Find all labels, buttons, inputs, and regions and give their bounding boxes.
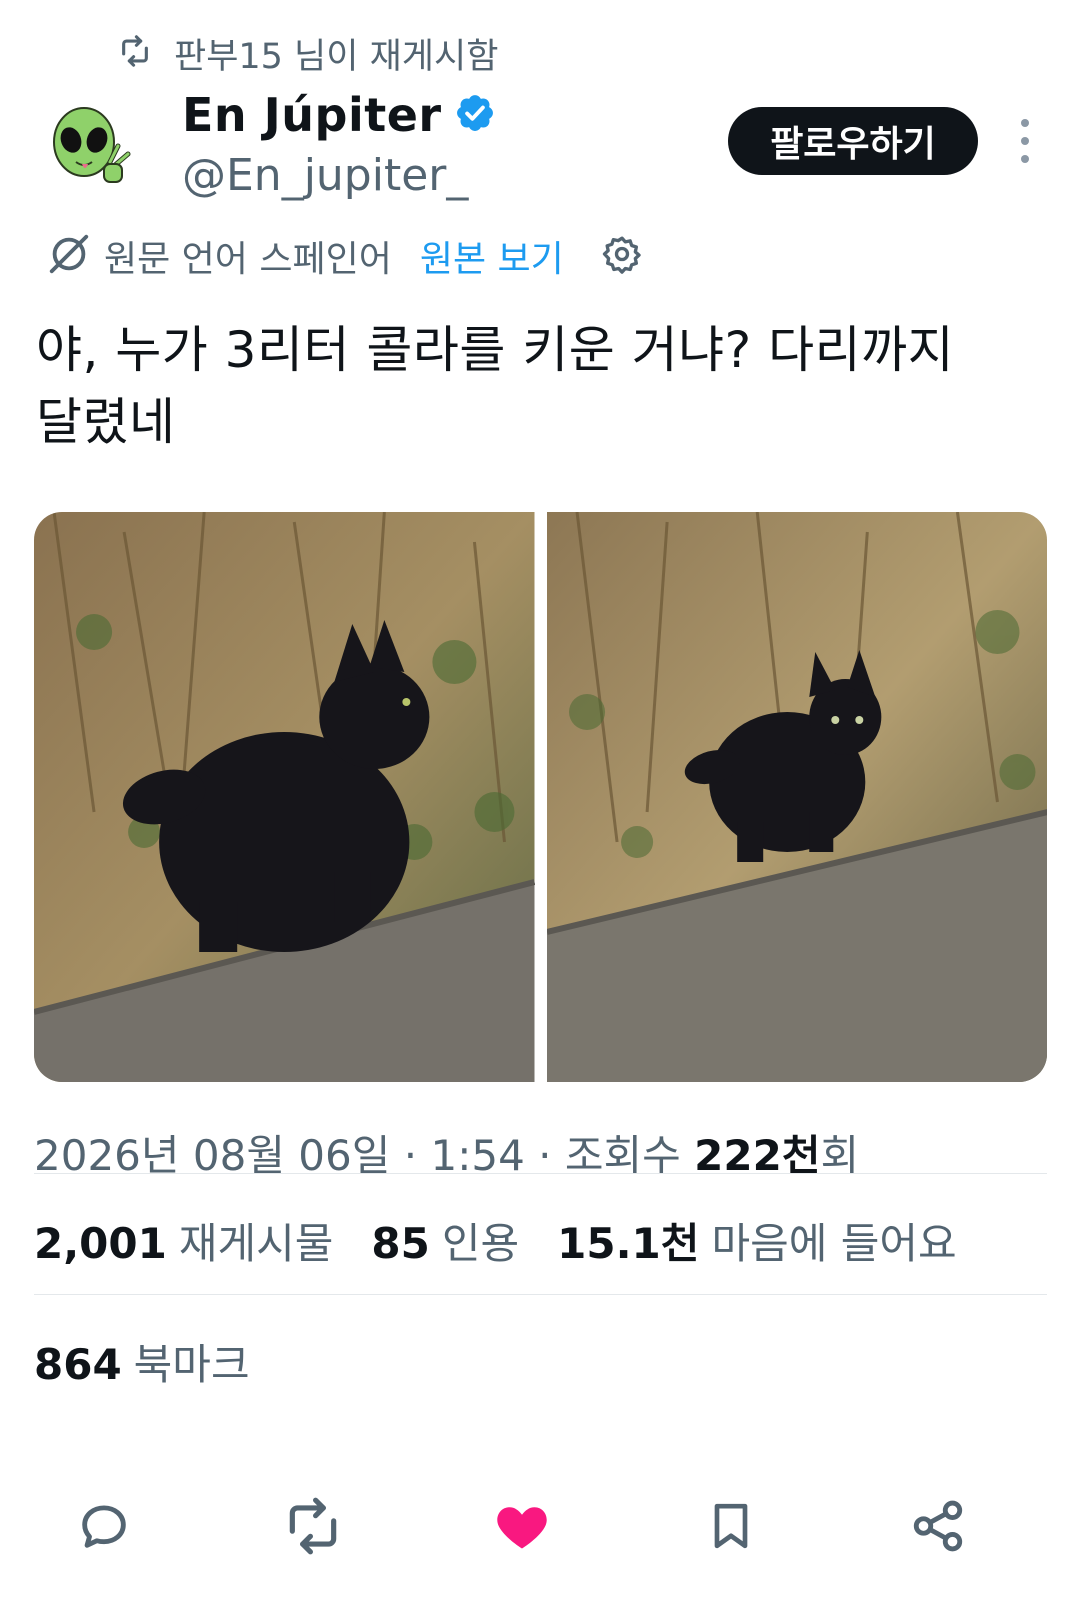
likes-stat[interactable]: 15.1천 마음에 들어요 [557, 1210, 956, 1271]
translation-row: 원문 언어 스페인어 원본 보기 [46, 228, 642, 284]
verified-badge-icon [454, 92, 496, 138]
engagement-stats: 2,001 재게시물 85 인용 15.1천 마음에 들어요 [34, 1210, 957, 1271]
author-name-row[interactable]: En Júpiter [182, 88, 496, 142]
reply-icon[interactable] [68, 1490, 140, 1562]
likes-count: 15.1천 [557, 1219, 700, 1268]
divider [34, 1294, 1047, 1295]
quotes-label: 인용 [441, 1219, 520, 1268]
author-handle[interactable]: @En_jupiter_ [182, 150, 468, 201]
photo-2[interactable] [546, 512, 1047, 1082]
photo-1[interactable] [34, 512, 535, 1082]
retweet-indicator[interactable]: 판부15 님이 재게시함 [118, 26, 498, 80]
reposts-label: 재게시물 [178, 1219, 334, 1268]
bookmarks-count: 864 [34, 1340, 122, 1389]
share-icon[interactable] [902, 1490, 974, 1562]
repost-small-icon [118, 34, 152, 72]
bookmarks-label: 북마크 [133, 1340, 250, 1389]
action-bar [0, 1490, 1080, 1570]
retweet-text: 판부15 님이 재게시함 [174, 36, 499, 77]
divider [34, 1173, 1047, 1174]
translate-icon [46, 231, 92, 281]
bookmarks-stat[interactable]: 864 북마크 [34, 1331, 250, 1392]
like-icon[interactable] [486, 1490, 558, 1562]
gear-icon[interactable] [602, 234, 642, 278]
avatar[interactable] [44, 102, 140, 198]
show-original-link[interactable]: 원본 보기 [420, 230, 564, 282]
quotes-stat[interactable]: 85 인용 [371, 1210, 519, 1271]
repost-icon[interactable] [277, 1490, 349, 1562]
media-grid [34, 512, 1047, 1082]
reposts-stat[interactable]: 2,001 재게시물 [34, 1210, 333, 1271]
more-options-icon[interactable] [1010, 115, 1040, 167]
tweet-text: 야, 누가 3리터 콜라를 키운 거냐? 다리까지 달렸네 [36, 321, 955, 451]
source-language-text: 원문 언어 스페인어 [104, 239, 392, 280]
follow-button[interactable]: 팔로우하기 [728, 107, 978, 175]
author-name[interactable]: En Júpiter [182, 88, 442, 142]
reposts-count: 2,001 [34, 1219, 167, 1268]
bookmark-icon[interactable] [695, 1490, 767, 1562]
likes-label: 마음에 들어요 [711, 1219, 957, 1268]
quotes-count: 85 [371, 1219, 430, 1268]
